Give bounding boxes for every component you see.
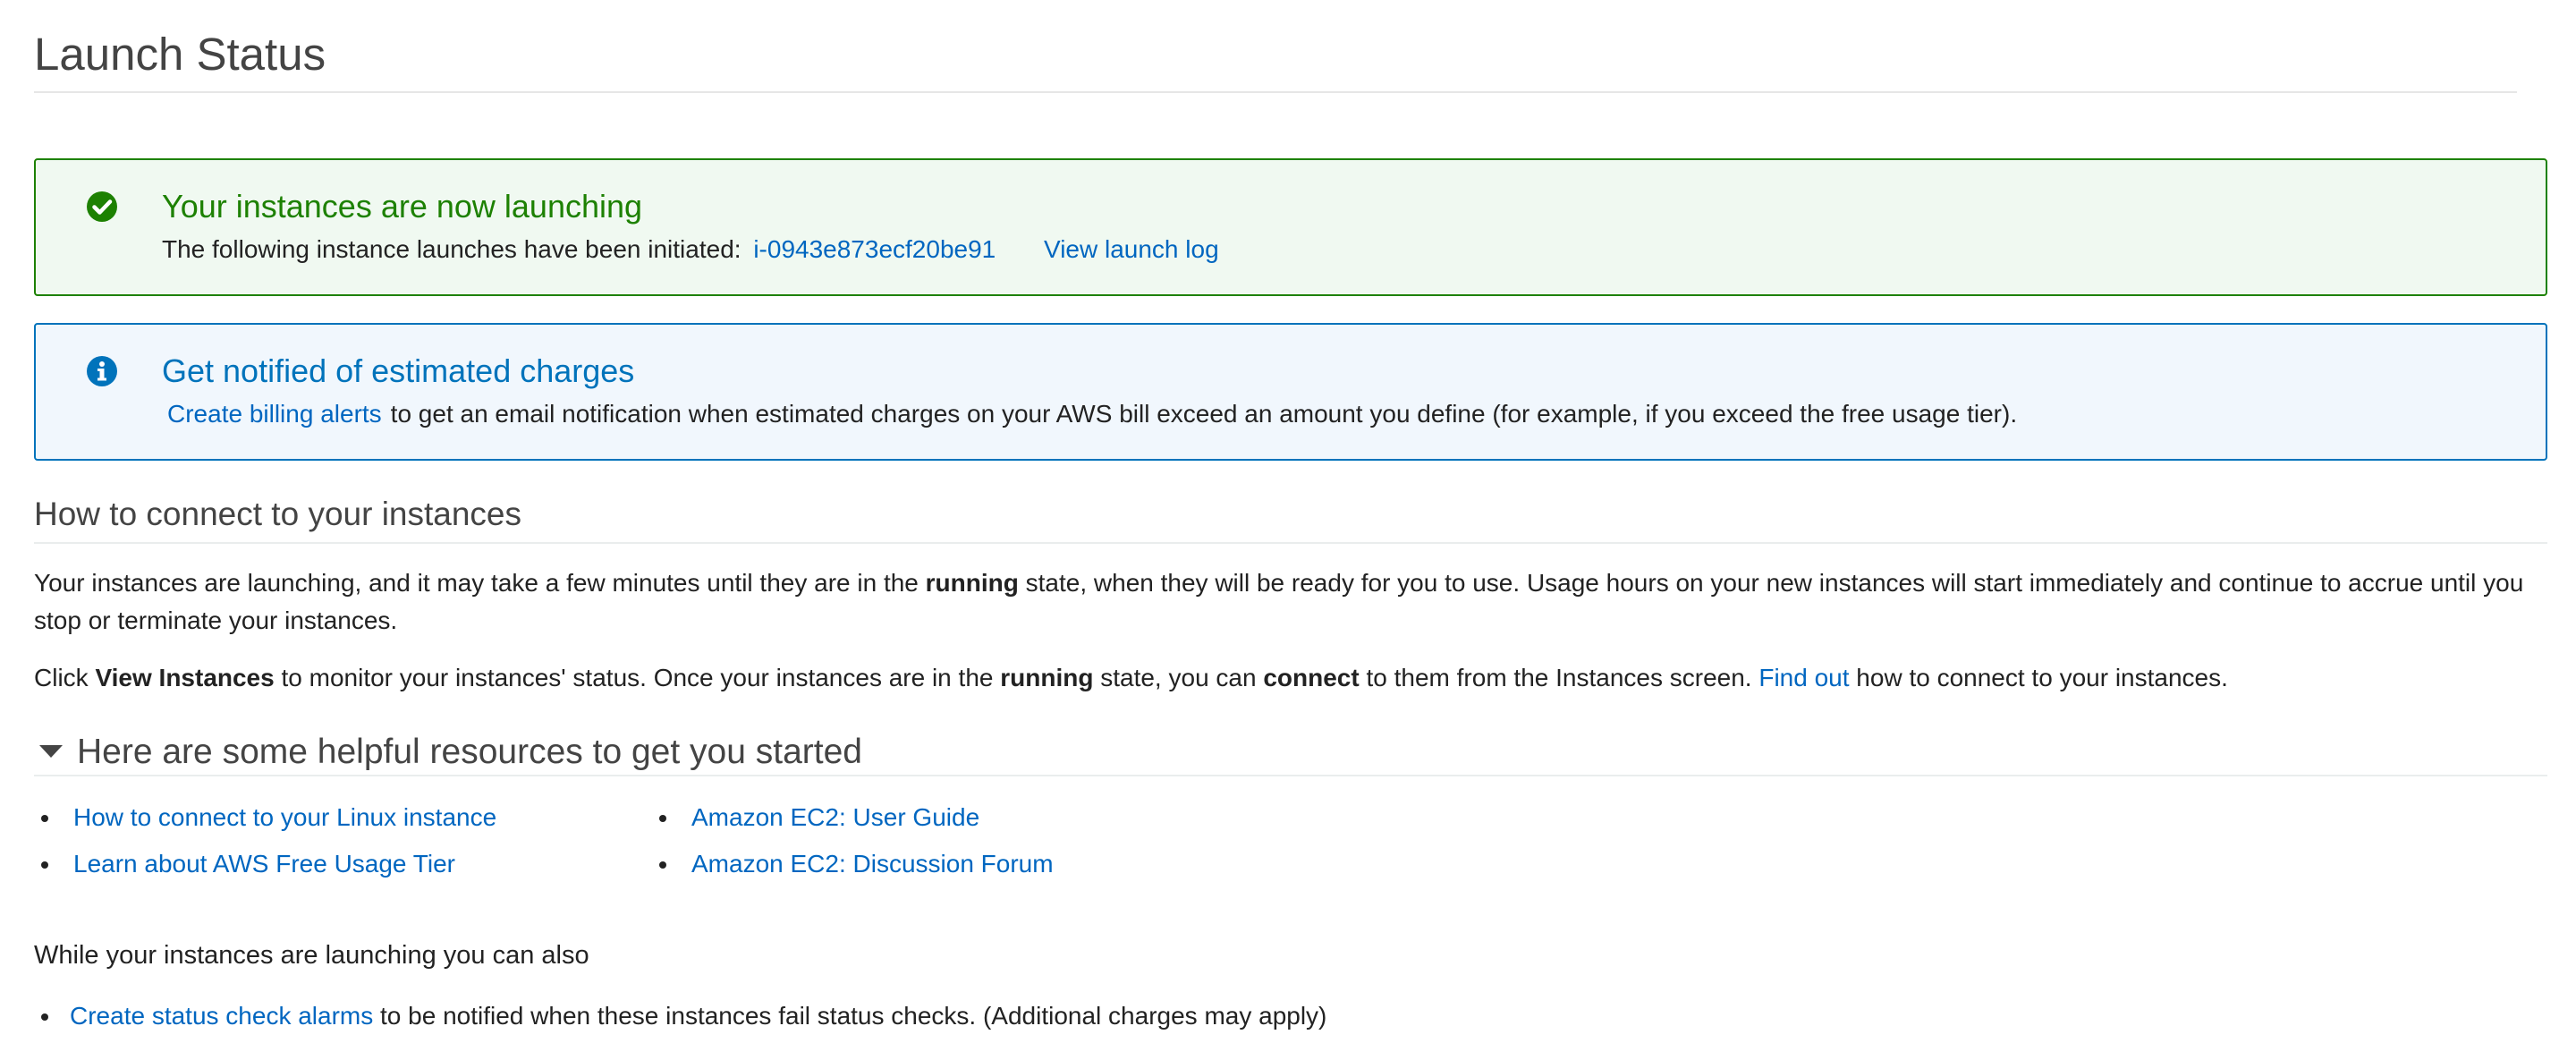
resources-right-list: Amazon EC2: User Guide Amazon EC2: Discu… (652, 800, 1054, 893)
info-alert-heading: Get notified of estimated charges (162, 352, 635, 389)
info-circle-icon (87, 356, 117, 386)
info-alert-body: Create billing alerts to get an email not… (162, 396, 2017, 432)
ec2-user-guide-link[interactable]: Amazon EC2: User Guide (691, 803, 979, 831)
title-divider (34, 91, 2517, 93)
connect-paragraph-2: Click View Instances to monitor your ins… (34, 659, 2547, 697)
billing-info-alert: Get notified of estimated charges Create… (34, 323, 2547, 461)
also-heading: While your instances are launching you c… (34, 941, 589, 970)
check-circle-icon (87, 191, 117, 222)
connect-paragraph-1: Your instances are launching, and it may… (34, 564, 2547, 640)
page-title: Launch Status (34, 29, 326, 80)
create-billing-alerts-link[interactable]: Create billing alerts (167, 400, 382, 428)
success-alert-body: The following instance launches have bee… (162, 232, 1224, 267)
connect-emphasis: connect (1263, 664, 1360, 691)
info-alert-text: to get an email notification when estima… (390, 400, 2018, 428)
also-item-text: to be notified when these instances fail… (380, 1002, 1327, 1030)
list-item: Learn about AWS Free Usage Tier (34, 846, 496, 893)
instance-id-link[interactable]: i-0943e873ecf20be91 (753, 235, 996, 263)
ec2-discussion-forum-link[interactable]: Amazon EC2: Discussion Forum (691, 850, 1054, 878)
connect-p2-text-e: how to connect to your instances. (1849, 664, 2228, 691)
view-launch-log-link[interactable]: View launch log (1044, 235, 1219, 263)
running-emphasis: running (925, 569, 1019, 597)
running-emphasis-2: running (1000, 664, 1094, 691)
view-instances-emphasis: View Instances (95, 664, 275, 691)
list-item: How to connect to your Linux instance (34, 800, 496, 846)
connect-p2-text-c: state, you can (1093, 664, 1264, 691)
connect-section-heading: How to connect to your instances (34, 496, 522, 532)
find-out-link[interactable]: Find out (1758, 664, 1849, 691)
list-item: Create status check alarms to be notifie… (34, 998, 1326, 1043)
create-status-check-alarms-link[interactable]: Create status check alarms (70, 1002, 373, 1030)
connect-p2-text-a: Click (34, 664, 96, 691)
connect-section-divider (34, 542, 2547, 544)
collapse-caret-icon[interactable] (39, 745, 63, 758)
success-alert-heading: Your instances are now launching (162, 188, 643, 225)
success-alert-text: The following instance launches have bee… (162, 235, 741, 263)
free-usage-tier-link[interactable]: Learn about AWS Free Usage Tier (73, 850, 455, 878)
resources-left-list: How to connect to your Linux instance Le… (34, 800, 496, 893)
also-list: Create status check alarms to be notifie… (34, 998, 1326, 1043)
resources-section-heading[interactable]: Here are some helpful resources to get y… (77, 731, 862, 774)
list-item: Amazon EC2: Discussion Forum (652, 846, 1054, 893)
resources-section-divider (34, 775, 2547, 776)
connect-p2-text-d: to them from the Instances screen. (1359, 664, 1759, 691)
launch-success-alert: Your instances are now launching The fol… (34, 158, 2547, 296)
connect-p2-text-b: to monitor your instances' status. Once … (274, 664, 1001, 691)
list-item: Amazon EC2: User Guide (652, 800, 1054, 846)
linux-connect-link[interactable]: How to connect to your Linux instance (73, 803, 496, 831)
connect-p1-text-a: Your instances are launching, and it may… (34, 569, 926, 597)
